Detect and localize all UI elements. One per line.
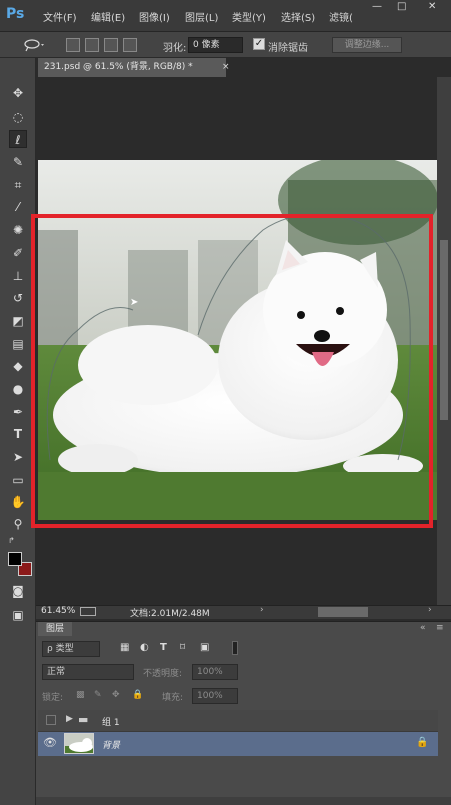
folder-icon: ▬ xyxy=(78,713,89,726)
layer-thumbnail xyxy=(64,733,94,754)
quick-select-tool-icon[interactable]: ✎ xyxy=(9,153,27,171)
antialias-checkbox[interactable]: ✓ xyxy=(253,38,265,50)
new-selection-icon[interactable] xyxy=(66,38,80,52)
feather-label: 羽化: xyxy=(163,43,187,54)
scroll-right-icon[interactable]: › xyxy=(428,605,432,615)
antialias-label: 消除锯齿 xyxy=(268,43,308,54)
rectangle-tool-icon[interactable]: ▭ xyxy=(9,471,27,489)
photoshop-logo: Ps xyxy=(6,6,25,22)
brush-tool-icon[interactable]: ✐ xyxy=(9,244,27,262)
layers-tab[interactable]: 图层 xyxy=(38,622,72,636)
visibility-toggle[interactable] xyxy=(46,715,56,725)
hand-tool-icon[interactable]: ✋ xyxy=(9,493,27,511)
lasso-preset-picker[interactable] xyxy=(22,37,46,53)
thumbnail-image xyxy=(65,734,93,753)
lasso-icon xyxy=(24,39,44,52)
subtract-selection-icon[interactable] xyxy=(104,38,118,52)
close-tab-icon[interactable]: × xyxy=(222,58,234,77)
pen-tool-icon[interactable]: ✒ xyxy=(9,403,27,421)
layer-filter-select[interactable]: ρ 类型 xyxy=(42,641,100,657)
marquee-tool-icon[interactable]: ◌ xyxy=(9,108,27,126)
lock-all-icon[interactable]: 🔒 xyxy=(132,690,143,700)
menu-select[interactable]: 选择(S) xyxy=(281,9,315,24)
add-to-selection-icon[interactable] xyxy=(85,38,99,52)
gradient-tool-icon[interactable]: ▤ xyxy=(9,335,27,353)
layer-name-group[interactable]: 组 1 xyxy=(102,715,120,728)
lock-image-icon[interactable]: ✎ xyxy=(94,690,102,700)
document-tab[interactable]: 231.psd @ 61.5% (背景, RGB/8) * xyxy=(38,58,226,77)
expand-arrow-icon[interactable]: ▶ xyxy=(66,714,73,724)
maximize-icon: □ xyxy=(397,1,407,12)
minimize-button[interactable]: — xyxy=(365,0,389,16)
horizontal-scroll-thumb[interactable] xyxy=(318,607,368,617)
lock-position-icon[interactable]: ✥ xyxy=(112,690,120,700)
menu-image[interactable]: 图像(I) xyxy=(139,9,170,24)
menu-edit[interactable]: 编辑(E) xyxy=(91,9,125,24)
filter-smart-object-icon[interactable]: ▣ xyxy=(200,642,209,653)
status-bar xyxy=(36,605,451,619)
lasso-tool-icon[interactable]: ℓ xyxy=(9,130,27,148)
maximize-button[interactable]: □ xyxy=(390,0,414,16)
close-window-button[interactable]: ✕ xyxy=(416,0,451,16)
blend-mode-select[interactable]: 正常 xyxy=(42,664,134,680)
document-size: 文档:2.01M/2.48M xyxy=(130,609,210,619)
move-tool-icon[interactable]: ✥ xyxy=(9,84,27,102)
layer-name-background[interactable]: 背景 xyxy=(102,738,120,751)
opacity-input[interactable]: 100% xyxy=(192,664,238,680)
lock-label: 锁定: xyxy=(42,693,64,703)
menu-file[interactable]: 文件(F) xyxy=(43,9,77,24)
filter-shape-icon[interactable]: ⌑ xyxy=(180,642,185,653)
filter-adjustment-icon[interactable]: ◐ xyxy=(140,642,149,653)
foreground-color-swatch[interactable] xyxy=(8,552,22,566)
type-tool-icon[interactable]: T xyxy=(9,425,27,443)
menu-type[interactable]: 类型(Y) xyxy=(232,9,266,24)
layers-bottom-bar xyxy=(36,797,451,805)
lock-icon: 🔒 xyxy=(416,737,429,748)
layer-row-background[interactable] xyxy=(38,732,438,756)
swap-colors-icon[interactable]: ↱ xyxy=(8,536,15,545)
intersect-selection-icon[interactable] xyxy=(123,38,137,52)
menu-filter[interactable]: 滤镜( xyxy=(329,9,353,24)
panel-menu-icon[interactable]: ≡ xyxy=(436,623,444,633)
history-brush-tool-icon[interactable]: ↺ xyxy=(9,289,27,307)
lasso-cursor-icon: ➤ xyxy=(130,297,139,308)
feather-input[interactable]: 0 像素 xyxy=(188,37,243,53)
eyedropper-tool-icon[interactable]: ⁄ xyxy=(9,198,27,216)
healing-brush-tool-icon[interactable]: ✺ xyxy=(9,221,27,239)
zoom-tool-icon[interactable]: ⚲ xyxy=(9,515,27,533)
close-icon: ✕ xyxy=(428,1,437,12)
refine-edge-button[interactable]: 调整边缘... xyxy=(332,37,402,53)
status-arrow-icon[interactable]: › xyxy=(260,605,264,615)
status-menu-icon[interactable] xyxy=(80,607,96,616)
crop-tool-icon[interactable]: ⌗ xyxy=(9,176,27,194)
collapse-panel-icon[interactable]: « xyxy=(420,623,426,633)
opacity-label: 不透明度: xyxy=(143,669,183,679)
layer-row-group[interactable] xyxy=(38,710,438,732)
blur-tool-icon[interactable]: ◆ xyxy=(9,357,27,375)
highlight-frame xyxy=(31,214,433,528)
path-selection-tool-icon[interactable]: ➤ xyxy=(9,448,27,466)
quick-mask-icon[interactable]: ◙ xyxy=(9,582,27,600)
eye-icon[interactable]: 👁 xyxy=(42,733,58,753)
filter-type-icon[interactable]: T xyxy=(160,642,167,653)
fill-input[interactable]: 100% xyxy=(192,688,238,704)
clone-stamp-tool-icon[interactable]: ⊥ xyxy=(9,267,27,285)
dodge-tool-icon[interactable]: ● xyxy=(9,380,27,398)
lock-transparent-icon[interactable]: ▩ xyxy=(76,690,85,700)
zoom-level[interactable]: 61.45% xyxy=(41,606,75,616)
minimize-icon: — xyxy=(372,1,382,12)
screen-mode-icon[interactable]: ▣ xyxy=(9,606,27,624)
menu-layer[interactable]: 图层(L) xyxy=(185,9,218,24)
vertical-scroll-thumb[interactable] xyxy=(440,240,448,420)
filter-toggle[interactable] xyxy=(232,641,238,655)
fill-label: 填充: xyxy=(162,693,184,703)
filter-pixel-icon[interactable]: ▦ xyxy=(120,642,129,653)
eraser-tool-icon[interactable]: ◩ xyxy=(9,312,27,330)
